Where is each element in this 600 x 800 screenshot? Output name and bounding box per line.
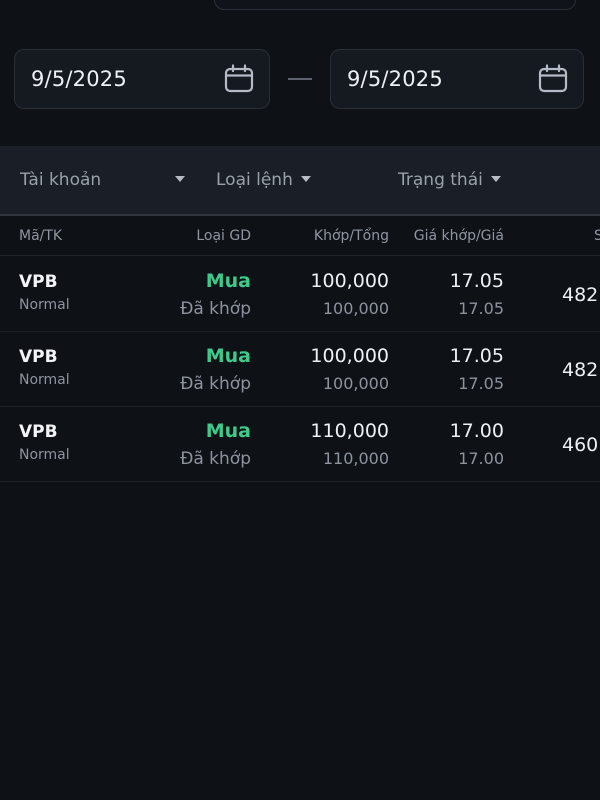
row-matched: 110,000 — [310, 420, 389, 442]
calendar-icon[interactable] — [223, 63, 255, 95]
row-status: Đã khớp — [180, 299, 251, 319]
row-side: Mua — [205, 345, 251, 367]
calendar-icon[interactable] — [537, 63, 569, 95]
row-order-price: 17.05 — [458, 374, 504, 393]
row-side: Mua — [205, 270, 251, 292]
row-total: 100,000 — [322, 299, 389, 318]
header-matched-total: Khớp/Tổng — [313, 228, 389, 244]
row-symbol: VPB — [19, 347, 58, 367]
table-row[interactable]: VPB Normal Mua Đã khớp 110,000 110,000 1… — [0, 406, 600, 482]
row-symbol: VPB — [19, 272, 58, 292]
header-extra: S — [594, 228, 600, 244]
row-match-price: 17.05 — [449, 345, 504, 367]
status-filter-label: Trạng thái — [398, 170, 483, 190]
date-from-value: 9/5/2025 — [31, 67, 127, 91]
row-status: Đã khớp — [180, 449, 251, 469]
order-type-filter-label: Loại lệnh — [216, 170, 293, 190]
caret-down-icon — [175, 175, 186, 182]
order-type-filter-dropdown[interactable]: Loại lệnh — [216, 170, 311, 190]
caret-down-icon — [490, 175, 501, 182]
row-order-price: 17.00 — [458, 449, 504, 468]
date-range-separator — [288, 78, 312, 80]
row-match-price: 17.00 — [449, 420, 504, 442]
table-row[interactable]: VPB Normal Mua Đã khớp 100,000 100,000 1… — [0, 256, 600, 332]
row-extra: 482 — [562, 284, 599, 306]
row-matched: 100,000 — [310, 270, 389, 292]
row-extra: 460 — [562, 434, 599, 456]
row-extra: 482 — [562, 359, 599, 381]
row-total: 110,000 — [322, 449, 389, 468]
top-search-field[interactable] — [214, 0, 576, 10]
date-to-picker[interactable]: 9/5/2025 — [330, 49, 584, 109]
row-account: Normal — [19, 372, 70, 388]
table-header: Mã/TK Loại GD Khớp/Tổng Giá khớp/Giá S — [0, 217, 600, 256]
header-symbol: Mã/TK — [19, 228, 63, 244]
account-filter-label: Tài khoản — [20, 170, 102, 190]
row-status: Đã khớp — [180, 374, 251, 394]
row-account: Normal — [19, 447, 70, 463]
account-filter-dropdown[interactable]: Tài khoản — [20, 170, 186, 190]
table-row[interactable]: VPB Normal Mua Đã khớp 100,000 100,000 1… — [0, 331, 600, 407]
row-side: Mua — [205, 420, 251, 442]
row-symbol: VPB — [19, 422, 58, 442]
caret-down-icon — [300, 175, 311, 182]
status-filter-dropdown[interactable]: Trạng thái — [398, 170, 501, 190]
row-total: 100,000 — [322, 374, 389, 393]
row-matched: 100,000 — [310, 345, 389, 367]
date-from-picker[interactable]: 9/5/2025 — [14, 49, 270, 109]
header-price: Giá khớp/Giá — [413, 228, 504, 244]
row-match-price: 17.05 — [449, 270, 504, 292]
row-account: Normal — [19, 297, 70, 313]
row-order-price: 17.05 — [458, 299, 504, 318]
date-to-value: 9/5/2025 — [347, 67, 443, 91]
filter-bar: Tài khoản Loại lệnh Trạng thái — [0, 146, 600, 216]
header-trade-type: Loại GD — [196, 228, 251, 244]
